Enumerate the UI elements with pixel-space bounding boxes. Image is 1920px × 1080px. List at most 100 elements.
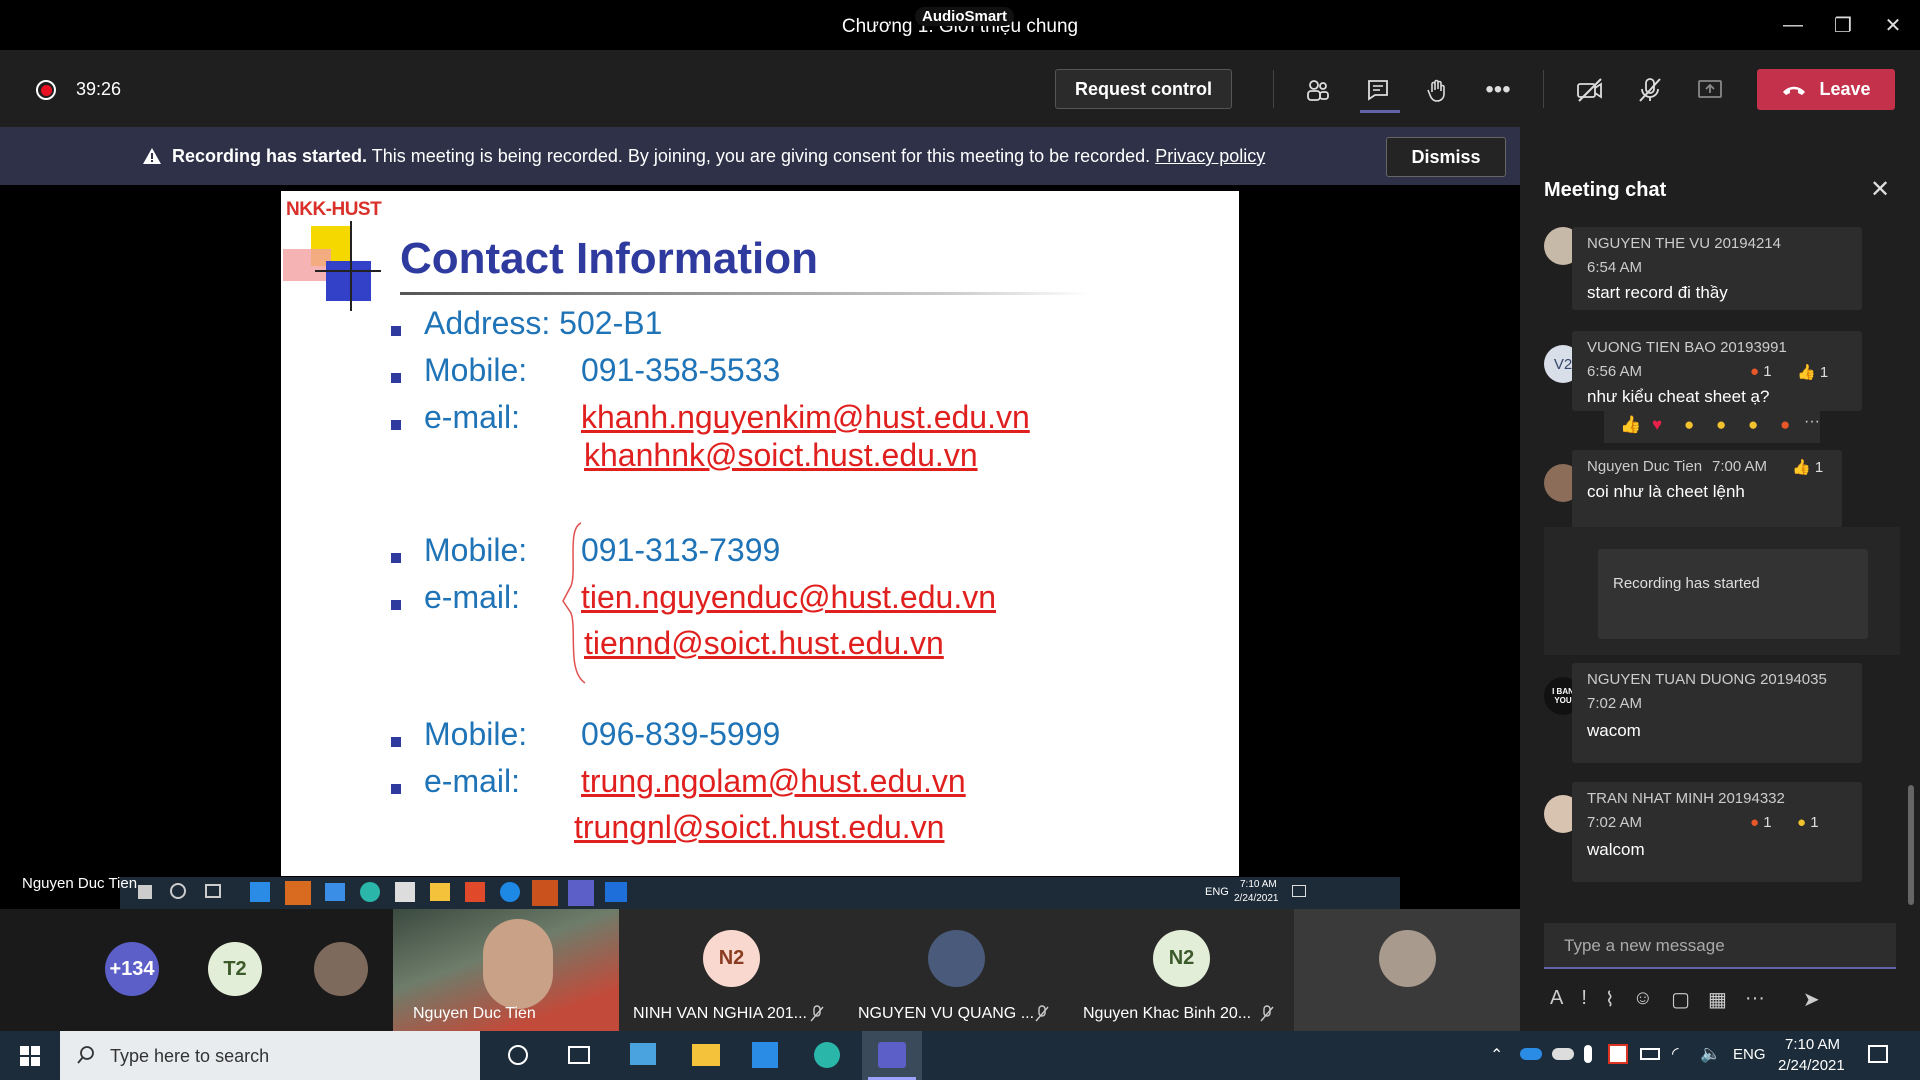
emoji-icon[interactable]: ☺ <box>1633 987 1653 1012</box>
leave-label: Leave <box>1819 79 1871 99</box>
contact1-email2[interactable]: khanhnk@soict.hust.edu.vn <box>584 437 978 474</box>
angry-reaction[interactable]: ● 1 <box>1750 363 1772 380</box>
participant-avatar-photo <box>928 930 985 987</box>
more-options-icon[interactable]: ••• <box>1480 72 1516 108</box>
sad-icon[interactable]: ● <box>1748 415 1758 435</box>
like-reaction[interactable]: 👍 1 <box>1797 363 1828 381</box>
microphone-icon[interactable] <box>1584 1045 1592 1063</box>
participants-icon[interactable] <box>1300 72 1336 108</box>
participant-tile-photo[interactable] <box>1294 909 1520 1031</box>
chat-icon[interactable] <box>1360 72 1396 108</box>
windows-start-icon[interactable] <box>20 1046 40 1066</box>
compose-box[interactable]: Type a new message <box>1544 923 1896 969</box>
search-icon <box>77 1046 94 1064</box>
presenter-video-tile[interactable]: Nguyen Duc Tien <box>393 909 619 1031</box>
file-explorer-icon[interactable] <box>692 1044 720 1066</box>
more-options-icon[interactable]: ··· <box>1745 987 1765 1012</box>
presenter-teams-icon <box>568 880 594 906</box>
teams-taskbar-button[interactable] <box>862 1031 922 1080</box>
taskbar-app-icon[interactable] <box>630 1043 656 1065</box>
camera-off-icon[interactable] <box>1572 72 1608 108</box>
chat-author: NGUYEN THE VU 20194214 <box>1587 235 1781 252</box>
raise-hand-icon[interactable] <box>1420 72 1456 108</box>
contact3-mobile: 096-839-5999 <box>581 716 781 752</box>
taskbar-search-box[interactable]: Type here to search <box>60 1031 480 1080</box>
chat-message[interactable]: VUONG TIEN BAO 20193991 6:56 AM ● 1 👍 1 … <box>1572 331 1862 411</box>
cloud-icon[interactable] <box>1552 1048 1574 1060</box>
chevron-up-icon[interactable]: ⌃ <box>1490 1045 1503 1065</box>
chat-message[interactable]: TRAN NHAT MINH 20194332 7:02 AM ● 1 ● 1 … <box>1572 782 1862 882</box>
battery-icon[interactable] <box>1640 1048 1660 1060</box>
participant-avatar-t2[interactable]: T2 <box>208 942 262 996</box>
format-icon[interactable]: A <box>1550 987 1563 1012</box>
chat-message[interactable]: NGUYEN THE VU 20194214 6:54 AM start rec… <box>1572 227 1862 310</box>
participant-avatar-photo[interactable] <box>314 942 368 996</box>
close-button[interactable]: ✕ <box>1870 8 1916 42</box>
surprised-icon[interactable]: ● <box>1716 415 1726 435</box>
clock-date[interactable]: 2/24/2021 <box>1778 1057 1845 1074</box>
chat-scrollbar[interactable] <box>1908 785 1914 905</box>
recording-started-card[interactable]: Recording has started <box>1598 549 1868 639</box>
presentation-slide: NKK-HUST Contact Information Address: 50… <box>281 191 1239 876</box>
wifi-icon[interactable]: ◜ <box>1672 1044 1679 1064</box>
chat-message[interactable]: Nguyen Duc Tien 7:00 AM 👍 1 coi như là c… <box>1572 450 1842 528</box>
task-view-icon[interactable] <box>568 1046 590 1064</box>
clock-time[interactable]: 7:10 AM <box>1785 1036 1840 1053</box>
vscode-icon[interactable] <box>752 1042 778 1068</box>
dismiss-button[interactable]: Dismiss <box>1386 137 1506 177</box>
close-icon[interactable]: ✕ <box>1870 175 1890 204</box>
presenter-app-icon <box>465 882 485 902</box>
laugh-reaction[interactable]: ● 1 <box>1797 814 1819 831</box>
teams-icon <box>878 1042 906 1068</box>
maximize-button[interactable]: ❐ <box>1820 8 1866 42</box>
bullet-icon <box>391 373 401 383</box>
edge-icon[interactable] <box>814 1042 840 1068</box>
contact2-email2[interactable]: tiennd@soict.hust.edu.vn <box>584 625 944 662</box>
cortana-icon[interactable] <box>508 1045 528 1065</box>
participant-tile-ninh[interactable]: N2 NINH VAN NGHIA 201... <box>619 909 844 1031</box>
volume-icon[interactable]: 🔈 <box>1700 1044 1721 1064</box>
send-icon[interactable]: ➤ <box>1803 987 1820 1012</box>
attach-icon[interactable]: ⌇ <box>1605 987 1615 1012</box>
system-message-container: Recording has started <box>1544 527 1900 655</box>
request-control-button[interactable]: Request control <box>1055 69 1232 109</box>
presenter-clock-date: 2/24/2021 <box>1234 893 1279 904</box>
recording-icon <box>36 80 56 100</box>
chat-message[interactable]: NGUYEN TUAN DUONG 20194035 7:02 AM wacom <box>1572 663 1862 763</box>
contact1-mobile: 091-358-5533 <box>581 352 781 388</box>
presenter-taskview-icon <box>205 884 221 898</box>
important-icon[interactable]: ! <box>1581 987 1587 1012</box>
leave-button[interactable]: Leave <box>1757 69 1895 110</box>
share-screen-icon[interactable] <box>1692 72 1728 108</box>
contact3-email2[interactable]: trungnl@soict.hust.edu.vn <box>574 809 944 846</box>
participant-tile-binh[interactable]: N2 Nguyen Khac Binh 20... <box>1069 909 1294 1031</box>
contact1-email1[interactable]: khanh.nguyenkim@hust.edu.vn <box>581 399 1030 436</box>
contact3-email1[interactable]: trung.ngolam@hust.edu.vn <box>581 763 966 800</box>
chat-time: 7:00 AM <box>1712 458 1768 475</box>
windows-taskbar: Type here to search ⌃ ◜ 🔈 ENG 7:10 AM 2/… <box>0 1031 1920 1080</box>
email-label: e-mail: <box>424 579 521 615</box>
heart-icon[interactable]: ♥ <box>1652 415 1662 435</box>
like-reaction[interactable]: 👍 1 <box>1792 458 1823 476</box>
mobile-label: Mobile: <box>424 716 528 752</box>
participant-tile-quang[interactable]: NGUYEN VU QUANG ... <box>844 909 1069 1031</box>
overflow-participants-button[interactable]: +134 <box>105 942 159 996</box>
like-icon[interactable]: 👍 <box>1620 415 1641 435</box>
sticker-icon[interactable]: ▢ <box>1671 987 1690 1012</box>
more-reactions-icon[interactable]: ··· <box>1804 413 1820 431</box>
schedule-icon[interactable]: ▦ <box>1708 987 1727 1012</box>
app-tray-icon[interactable] <box>1608 1044 1628 1064</box>
onedrive-icon[interactable] <box>1520 1048 1542 1060</box>
recording-notice-bold: Recording has started. <box>172 146 368 166</box>
angry-reaction[interactable]: ● 1 <box>1750 814 1772 831</box>
language-indicator[interactable]: ENG <box>1733 1046 1766 1063</box>
privacy-policy-link[interactable]: Privacy policy <box>1155 146 1265 166</box>
laugh-icon[interactable]: ● <box>1684 415 1694 435</box>
contact2-email1[interactable]: tien.nguyenduc@hust.edu.vn <box>581 579 996 616</box>
chat-author: NGUYEN TUAN DUONG 20194035 <box>1587 671 1827 688</box>
minimize-button[interactable]: — <box>1770 8 1816 42</box>
notification-center-icon[interactable] <box>1868 1045 1888 1063</box>
angry-icon[interactable]: ● <box>1780 415 1790 435</box>
mic-off-icon[interactable] <box>1632 72 1668 108</box>
recording-banner: Recording has started. This meeting is b… <box>0 127 1520 185</box>
